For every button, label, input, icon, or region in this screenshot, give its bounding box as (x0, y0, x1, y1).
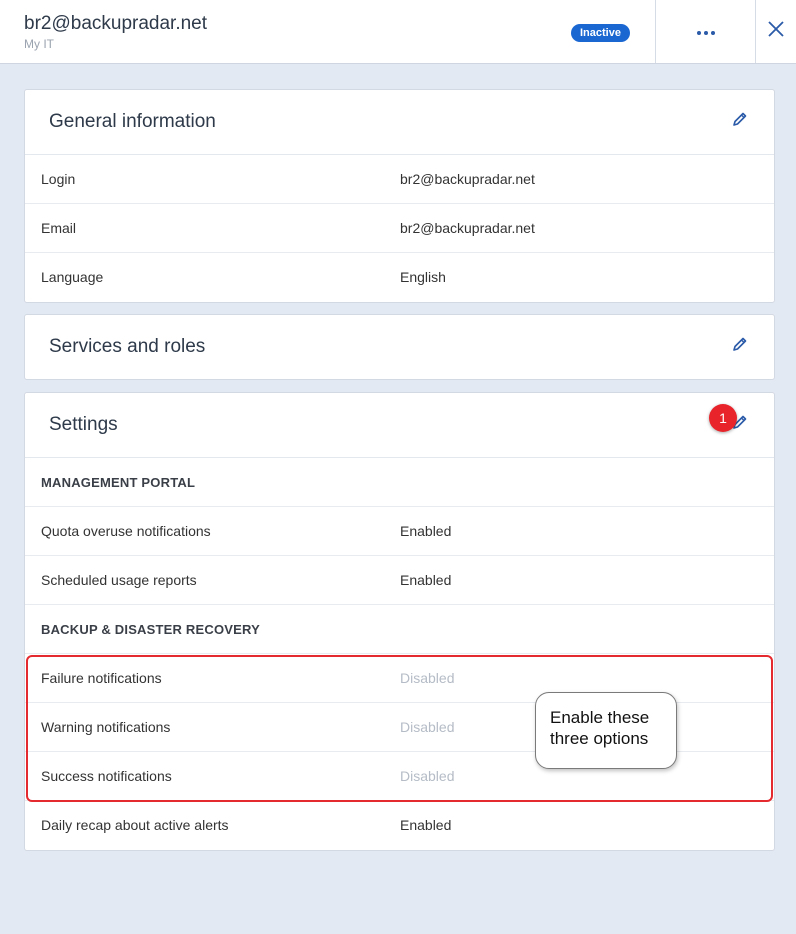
status-badge: Inactive (571, 24, 630, 42)
row-label: Daily recap about active alerts (41, 817, 229, 833)
section-heading: BACKUP & DISASTER RECOVERY (41, 622, 261, 637)
table-row: Language English (25, 253, 774, 302)
row-value: English (400, 269, 446, 285)
settings-card: Settings MANAGEMENT PORTAL Quota overuse… (24, 392, 775, 851)
card-title: Settings (49, 414, 118, 435)
row-value: Enabled (400, 817, 452, 833)
table-row: Daily recap about active alerts Enabled (25, 801, 774, 850)
edit-general-button[interactable] (730, 112, 750, 132)
row-value: Disabled (400, 768, 455, 784)
step-marker: 1 (709, 404, 737, 432)
general-information-card: General information Login br2@backuprada… (24, 89, 775, 303)
row-label: Login (41, 171, 76, 187)
row-label: Failure notifications (41, 670, 162, 686)
settings-header: Settings (25, 393, 774, 458)
table-row: Login br2@backupradar.net (25, 155, 774, 204)
pencil-icon (732, 111, 748, 133)
pencil-icon (732, 336, 748, 358)
row-value: Disabled (400, 719, 455, 735)
general-information-header: General information (25, 90, 774, 155)
more-horizontal-icon (696, 23, 716, 41)
panel-header: br2@backupradar.net My IT Inactive (0, 0, 796, 64)
edit-services-button[interactable] (730, 337, 750, 357)
services-roles-header: Services and roles (25, 315, 774, 379)
table-row: Scheduled usage reports Enabled (25, 556, 774, 605)
row-label: Quota overuse notifications (41, 523, 211, 539)
table-row: Email br2@backupradar.net (25, 204, 774, 253)
callout-note: Enable these three options (535, 692, 677, 769)
row-value: Disabled (400, 670, 455, 686)
row-label: Email (41, 220, 77, 236)
row-label: Scheduled usage reports (41, 572, 197, 588)
section-heading-row: BACKUP & DISASTER RECOVERY (25, 605, 774, 654)
close-icon (768, 21, 784, 42)
account-title: br2@backupradar.net (24, 13, 208, 34)
more-actions-button[interactable] (655, 0, 755, 63)
card-title: Services and roles (49, 336, 206, 357)
services-roles-card: Services and roles (24, 314, 775, 380)
row-value: br2@backupradar.net (400, 220, 535, 236)
row-value: br2@backupradar.net (400, 171, 535, 187)
row-label: Success notifications (41, 768, 172, 784)
row-label: Language (41, 269, 104, 285)
account-tenant: My IT (24, 37, 54, 51)
section-heading: MANAGEMENT PORTAL (41, 475, 196, 490)
row-label: Warning notifications (41, 719, 171, 735)
section-heading-row: MANAGEMENT PORTAL (25, 458, 774, 507)
row-value: Enabled (400, 523, 452, 539)
row-value: Enabled (400, 572, 452, 588)
close-button[interactable] (755, 0, 796, 63)
card-title: General information (49, 111, 216, 132)
table-row: Quota overuse notifications Enabled (25, 507, 774, 556)
